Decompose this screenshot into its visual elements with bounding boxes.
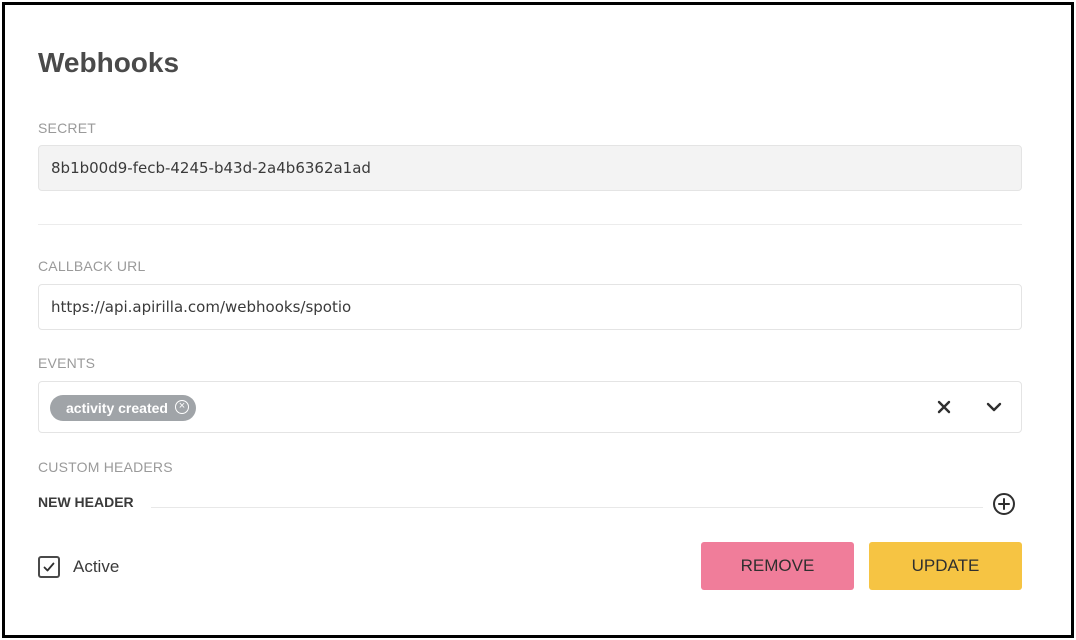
close-icon[interactable] — [933, 396, 955, 418]
active-checkbox[interactable] — [38, 556, 60, 578]
chevron-down-icon[interactable] — [983, 396, 1005, 418]
plus-circle-icon[interactable] — [992, 492, 1016, 516]
circle-x-icon[interactable]: × — [174, 400, 189, 414]
events-label: EVENTS — [38, 355, 96, 371]
event-chip: activity created × — [50, 395, 196, 421]
update-button[interactable]: UPDATE — [869, 542, 1022, 590]
callback-url-label: CALLBACK URL — [38, 258, 146, 274]
secret-field[interactable] — [38, 145, 1022, 191]
callback-url-field[interactable] — [38, 284, 1022, 330]
active-toggle[interactable]: Active — [38, 555, 119, 579]
header-divider — [151, 507, 983, 508]
section-divider — [38, 224, 1022, 225]
remove-button[interactable]: REMOVE — [701, 542, 854, 590]
active-label: Active — [73, 557, 120, 576]
secret-input[interactable] — [39, 146, 1021, 190]
new-header-label: NEW HEADER — [38, 494, 134, 510]
page-title: Webhooks — [38, 47, 180, 78]
events-select[interactable]: activity created × — [38, 381, 1022, 433]
callback-url-input[interactable] — [39, 285, 1021, 329]
event-chip-label: activity created — [66, 400, 168, 416]
custom-headers-label: CUSTOM HEADERS — [38, 459, 173, 475]
secret-label: SECRET — [38, 120, 96, 136]
webhooks-panel: Webhooks SECRET CALLBACK URL EVENTS acti… — [2, 2, 1074, 638]
check-icon — [43, 562, 55, 572]
